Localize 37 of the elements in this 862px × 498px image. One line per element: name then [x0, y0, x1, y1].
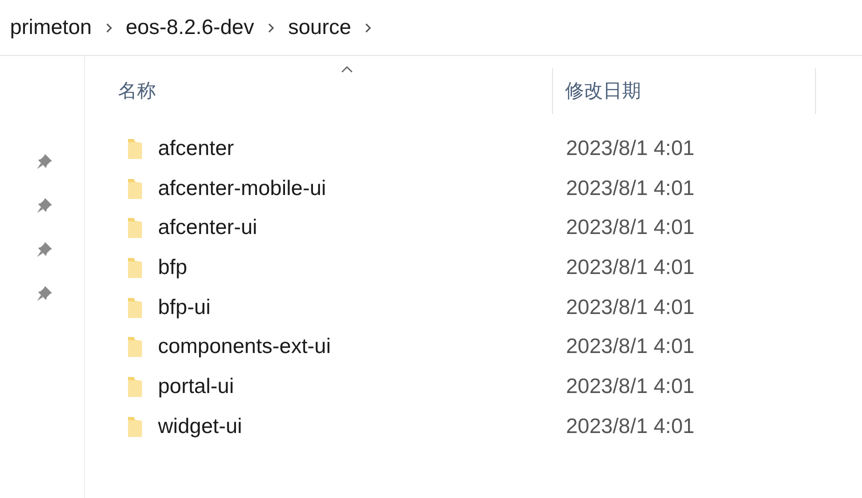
modified-date: 2023/8/1 4:01 [565, 374, 694, 399]
modified-date: 2023/8/1 4:01 [565, 335, 694, 360]
modified-date: 2023/8/1 4:01 [565, 414, 694, 439]
pin-icon[interactable] [36, 196, 54, 214]
folder-icon [126, 416, 144, 438]
folder-icon [126, 256, 144, 279]
breadcrumb-item[interactable]: source [288, 16, 352, 40]
file-name[interactable]: portal-ui [158, 374, 234, 399]
folder-icon [126, 376, 144, 398]
breadcrumb-item[interactable]: primeton [10, 16, 92, 40]
chevron-icon[interactable] [268, 22, 274, 32]
pin-icon[interactable] [36, 152, 54, 170]
file-name[interactable]: components-ext-ui [158, 335, 331, 360]
chevron-icon[interactable] [365, 22, 372, 32]
breadcrumb-item[interactable]: eos-8.2.6-dev [126, 16, 254, 40]
file-name[interactable]: widget-ui [158, 414, 242, 439]
file-name[interactable]: afcenter [158, 136, 234, 161]
folder-icon [126, 178, 144, 200]
file-name[interactable]: afcenter-mobile-ui [158, 176, 326, 201]
file-name[interactable]: afcenter-ui [158, 216, 258, 240]
chevron-icon[interactable] [106, 22, 112, 32]
pin-icon[interactable] [36, 284, 54, 302]
modified-date: 2023/8/1 4:01 [565, 256, 694, 280]
modified-date: 2023/8/1 4:01 [565, 136, 694, 161]
column-header[interactable]: 修改日期 [553, 68, 816, 114]
folder-icon [126, 138, 144, 160]
pin-icon[interactable] [36, 240, 54, 258]
file-name[interactable]: bfp-ui [158, 296, 211, 320]
column-header[interactable]: 名称 [85, 68, 553, 114]
modified-date: 2023/8/1 4:01 [565, 216, 694, 240]
modified-date: 2023/8/1 4:01 [565, 176, 694, 201]
sort-ascending-icon [341, 66, 353, 73]
modified-date: 2023/8/1 4:01 [565, 296, 694, 320]
file-name[interactable]: bfp [158, 256, 188, 280]
folder-icon [126, 217, 144, 240]
folder-icon [126, 336, 144, 358]
folder-icon [126, 296, 144, 319]
